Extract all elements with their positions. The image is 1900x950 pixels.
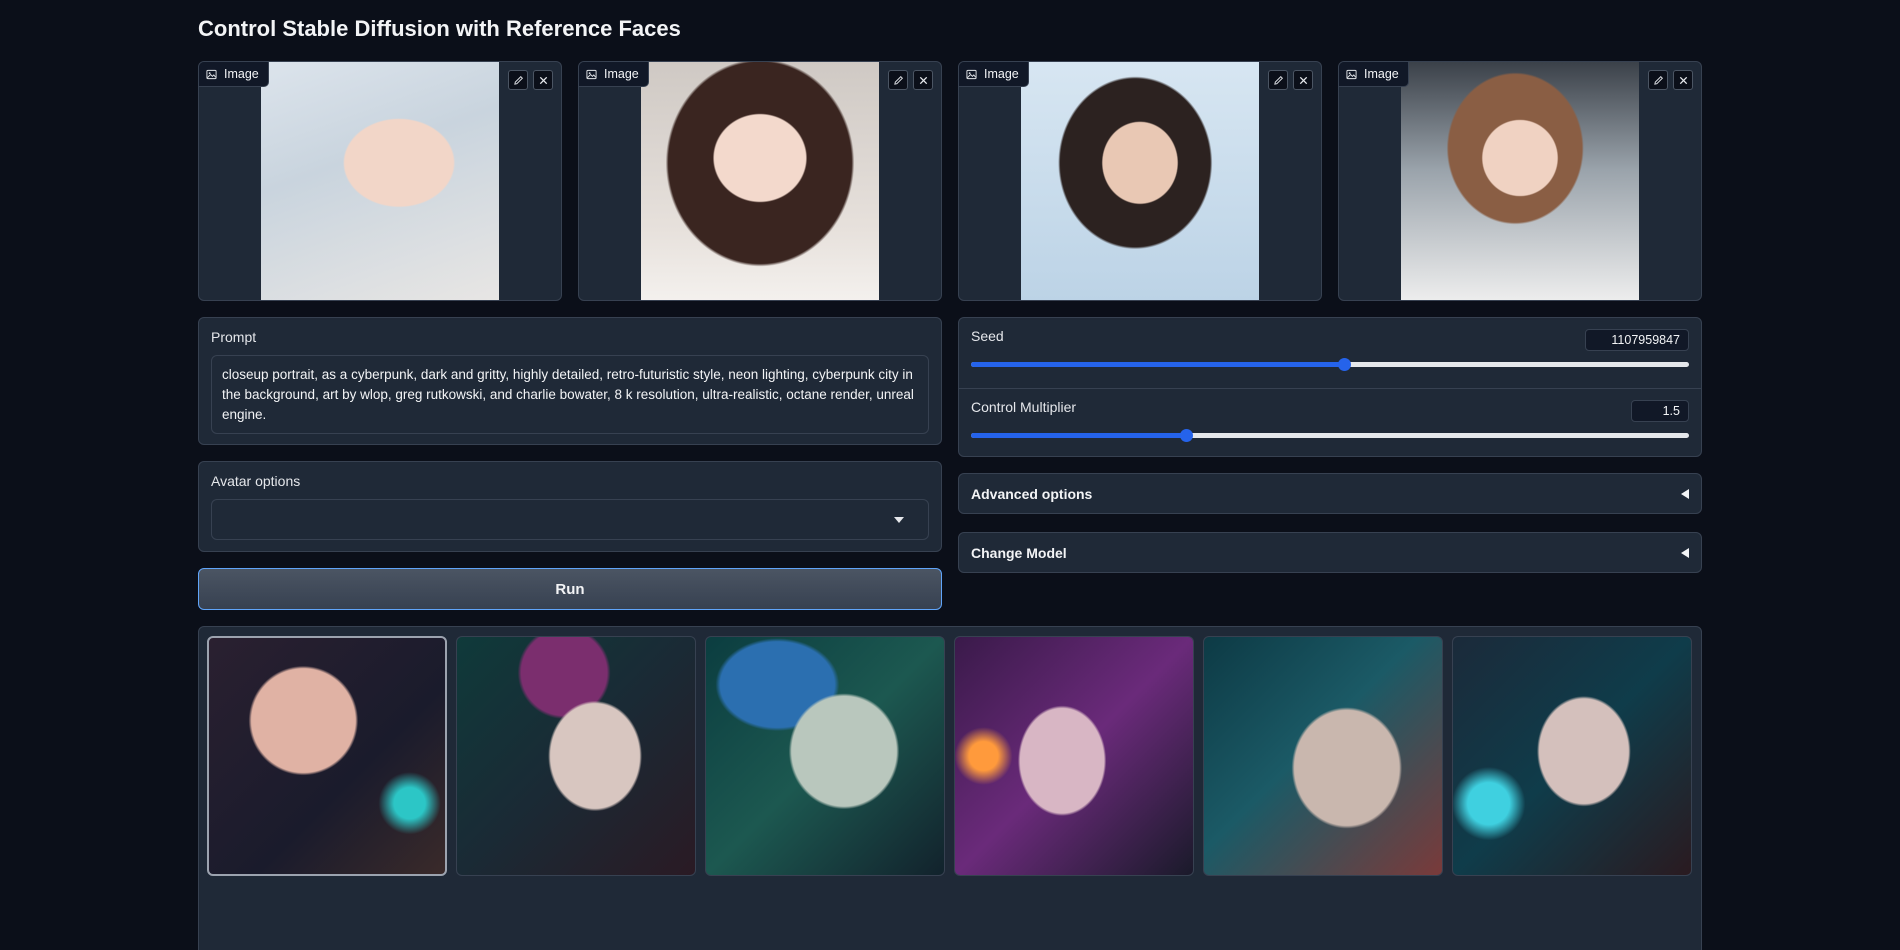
edit-button[interactable]: [888, 70, 908, 90]
gallery-image[interactable]: [456, 636, 696, 876]
seed-input[interactable]: 1107959847: [1585, 329, 1689, 351]
close-icon: [919, 76, 927, 84]
image-label-text: Image: [1364, 67, 1399, 81]
image-label-text: Image: [224, 67, 259, 81]
gallery-image[interactable]: [1203, 636, 1443, 876]
chevron-down-icon: [894, 517, 904, 523]
seed-slider-thumb[interactable]: [1338, 358, 1352, 371]
gallery-image[interactable]: [207, 636, 447, 876]
image-label: Image: [199, 62, 269, 87]
reference-photo: [261, 62, 499, 300]
reference-image-4[interactable]: Image: [1338, 61, 1702, 301]
close-icon: [1299, 76, 1307, 84]
seed-label: Seed: [971, 328, 1004, 344]
edit-button[interactable]: [1648, 70, 1668, 90]
control-multiplier-slider-thumb[interactable]: [1180, 429, 1194, 442]
image-label-text: Image: [984, 67, 1019, 81]
change-model-label: Change Model: [971, 544, 1067, 561]
control-multiplier-input[interactable]: 1.5: [1631, 400, 1689, 422]
clear-button[interactable]: [913, 70, 933, 90]
avatar-options-dropdown[interactable]: [211, 499, 929, 540]
seed-control: Seed 1107959847: [959, 318, 1701, 388]
avatar-options-label: Avatar options: [211, 473, 301, 489]
pencil-icon: [1273, 75, 1283, 85]
seed-slider-fill: [971, 362, 1345, 367]
seed-slider[interactable]: [971, 358, 1689, 371]
prompt-textarea[interactable]: closeup portrait, as a cyberpunk, dark a…: [211, 355, 929, 434]
control-multiplier-slider[interactable]: [971, 429, 1689, 442]
reference-photo: [641, 62, 879, 300]
reference-image-1[interactable]: Image: [198, 61, 562, 301]
image-icon: [966, 69, 977, 79]
reference-image-3[interactable]: Image: [958, 61, 1322, 301]
page-title: Control Stable Diffusion with Reference …: [198, 16, 681, 41]
slider-panel: Seed 1107959847 Control Multiplier 1.5: [958, 317, 1702, 457]
edit-button[interactable]: [508, 70, 528, 90]
control-multiplier-label: Control Multiplier: [971, 399, 1077, 415]
collapse-triangle-icon: [1681, 488, 1689, 499]
image-label: Image: [579, 62, 649, 87]
control-multiplier-slider-fill: [971, 433, 1187, 438]
image-icon: [206, 69, 217, 79]
advanced-options-accordion[interactable]: Advanced options: [958, 473, 1702, 514]
image-icon: [1346, 69, 1357, 79]
collapse-triangle-icon: [1681, 547, 1689, 558]
change-model-accordion[interactable]: Change Model: [958, 532, 1702, 573]
avatar-options-panel: Avatar options: [198, 461, 942, 552]
gallery-image[interactable]: [954, 636, 1194, 876]
clear-button[interactable]: [533, 70, 553, 90]
image-icon: [586, 69, 597, 79]
reference-photo: [1021, 62, 1259, 300]
pencil-icon: [893, 75, 903, 85]
gallery-image[interactable]: [705, 636, 945, 876]
run-button[interactable]: Run: [198, 568, 942, 610]
reference-image-2[interactable]: Image: [578, 61, 942, 301]
gallery-image[interactable]: [1452, 636, 1692, 876]
image-label: Image: [1339, 62, 1409, 87]
prompt-panel: Prompt closeup portrait, as a cyberpunk,…: [198, 317, 942, 445]
output-gallery: [198, 626, 1702, 950]
clear-button[interactable]: [1293, 70, 1313, 90]
close-icon: [1679, 76, 1687, 84]
edit-button[interactable]: [1268, 70, 1288, 90]
reference-photo: [1401, 62, 1639, 300]
prompt-label: Prompt: [211, 329, 257, 345]
image-label: Image: [959, 62, 1029, 87]
control-multiplier-control: Control Multiplier 1.5: [959, 388, 1701, 458]
image-label-text: Image: [604, 67, 639, 81]
pencil-icon: [1653, 75, 1663, 85]
clear-button[interactable]: [1673, 70, 1693, 90]
close-icon: [539, 76, 547, 84]
pencil-icon: [513, 75, 523, 85]
advanced-options-label: Advanced options: [971, 485, 1093, 502]
